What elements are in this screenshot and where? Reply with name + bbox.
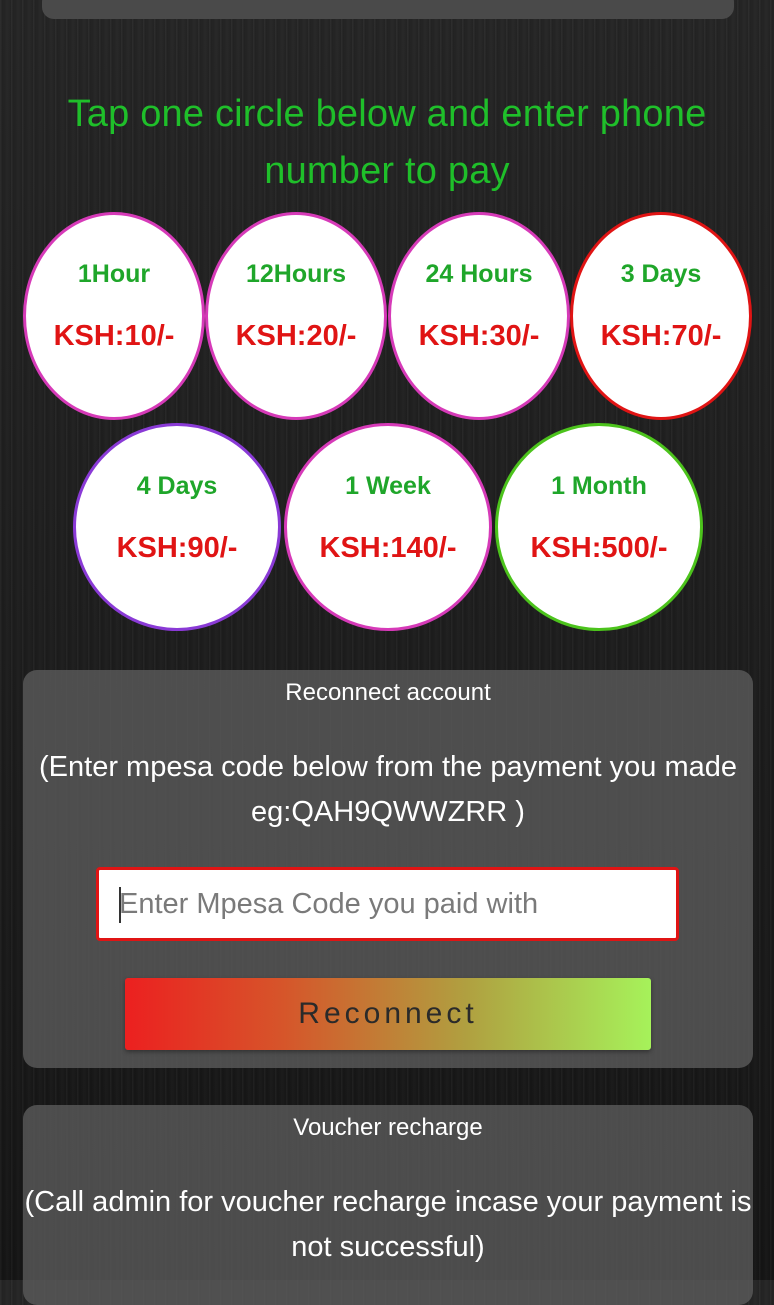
plan-circle-12hours[interactable]: 12Hours KSH:20/- <box>205 212 387 420</box>
plan-price: KSH:500/- <box>530 532 668 564</box>
reconnect-instructions: (Enter mpesa code below from the payment… <box>39 751 737 828</box>
plan-duration: 4 Days <box>136 472 218 500</box>
plan-price: KSH:70/- <box>600 320 722 352</box>
plan-duration: 24 Hours <box>425 260 533 288</box>
plan-price: KSH:140/- <box>319 532 457 564</box>
plan-duration: 12Hours <box>245 260 347 288</box>
plan-duration: 1Hour <box>77 260 151 288</box>
plan-price: KSH:10/- <box>53 320 175 352</box>
top-card-edge <box>42 0 734 19</box>
plan-circle-1week[interactable]: 1 Week KSH:140/- <box>284 423 492 631</box>
page-headline: Tap one circle below and enter phone num… <box>67 93 707 192</box>
plan-price: KSH:90/- <box>116 532 238 564</box>
plan-circle-24hours[interactable]: 24 Hours KSH:30/- <box>388 212 570 420</box>
reconnect-button[interactable]: Reconnect <box>125 978 651 1050</box>
mpesa-code-input[interactable] <box>96 867 679 941</box>
plan-duration: 1 Week <box>345 472 431 500</box>
plan-price: KSH:20/- <box>235 320 357 352</box>
voucher-title: Voucher recharge <box>293 1114 483 1141</box>
voucher-panel: Voucher recharge (Call admin for voucher… <box>23 1105 753 1305</box>
plan-circle-1hour[interactable]: 1Hour KSH:10/- <box>23 212 205 420</box>
reconnect-title: Reconnect account <box>285 679 491 706</box>
plan-circle-1month[interactable]: 1 Month KSH:500/- <box>495 423 703 631</box>
plan-circle-3days[interactable]: 3 Days KSH:70/- <box>570 212 752 420</box>
plan-duration: 1 Month <box>551 472 647 500</box>
plan-circle-4days[interactable]: 4 Days KSH:90/- <box>73 423 281 631</box>
voucher-instructions: (Call admin for voucher recharge incase … <box>24 1186 752 1263</box>
plan-duration: 3 Days <box>620 260 702 288</box>
plan-price: KSH:30/- <box>418 320 540 352</box>
text-caret <box>119 887 121 923</box>
